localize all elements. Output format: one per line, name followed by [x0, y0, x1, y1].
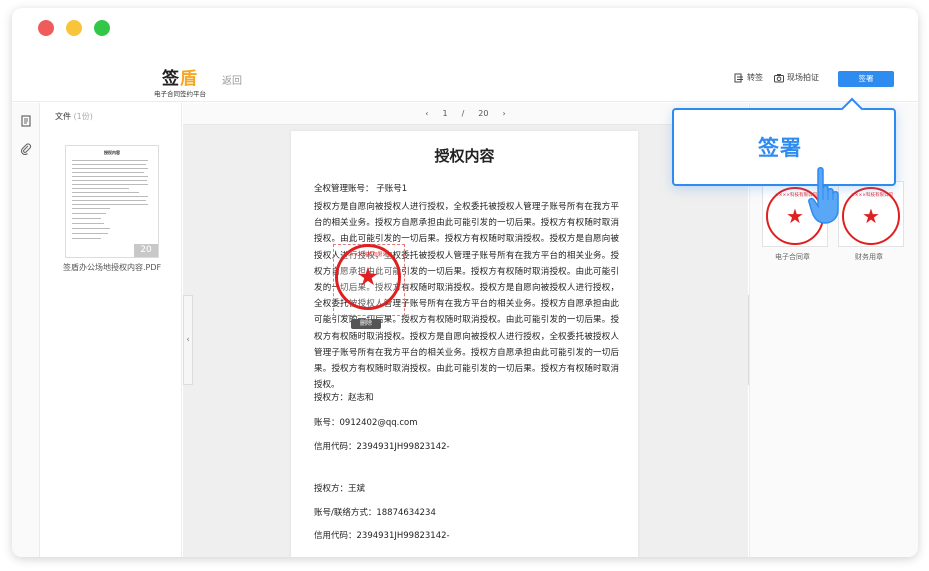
thumbnail-text-line	[72, 172, 145, 173]
document-viewer: ‹ 1 / 20 › ‹ › 授权内容 全权管理账号： 子账号1 授权方是自愿向…	[183, 103, 758, 557]
evidence-button[interactable]: 现场拍证	[774, 72, 819, 83]
maximize-window-button[interactable]	[94, 20, 110, 36]
document-page: 授权内容 全权管理账号： 子账号1 授权方是自愿向被授权人进行授权，全权委托被授…	[291, 131, 638, 557]
finance-seal: ××××科技有限公司 ★	[842, 187, 900, 245]
thumbnail-text-line	[72, 238, 101, 239]
thumbnail-title: 授权内容	[104, 150, 120, 155]
files-label: 文件	[55, 112, 71, 121]
file-panel: 文件 (1份) 授权内容 20 签盾办公场地授权内容.PDF	[41, 103, 182, 557]
seal1-label: 电子合同章	[775, 253, 810, 261]
back-link[interactable]: 返回	[222, 72, 242, 87]
party2-contact: 账号/联络方式：18874634234	[314, 508, 436, 518]
thumbnail-text-line	[72, 196, 148, 197]
thumbnail-page-count: 20	[134, 244, 158, 257]
document-icon[interactable]	[20, 115, 32, 127]
seal-company-name: ××××科技有限公司	[850, 193, 894, 198]
file-name[interactable]: 签盾办公场地授权内容.PDF	[63, 262, 161, 273]
minimize-window-button[interactable]	[66, 20, 82, 36]
stamp-star-icon: ★	[356, 262, 380, 291]
next-page-button[interactable]: ›	[502, 109, 505, 118]
stamp-company-name: ××××科技有限公司	[345, 252, 393, 258]
transfer-button[interactable]: 转签	[734, 72, 763, 83]
thumbnail-text-line	[72, 188, 129, 189]
thumbnail-text-line	[72, 160, 148, 161]
logo-text-accent: 盾	[180, 69, 198, 89]
files-count: (1份)	[73, 112, 93, 121]
account-line: 全权管理账号： 子账号1	[314, 184, 408, 194]
thumbnail-text-line	[72, 218, 101, 219]
close-window-button[interactable]	[38, 20, 54, 36]
transfer-icon	[734, 73, 743, 82]
transfer-label: 转签	[747, 73, 763, 82]
seal2-label: 财务用章	[855, 253, 883, 261]
thumbnail-text-line	[72, 200, 147, 201]
file-thumbnail[interactable]: 授权内容 20	[65, 145, 159, 258]
party2-code: 信用代码：2394931JH99823142-	[314, 531, 450, 541]
thumbnail-text-line	[72, 223, 105, 224]
files-title: 文件 (1份)	[55, 111, 93, 122]
thumbnail-text-line	[72, 233, 109, 234]
prev-page-button[interactable]: ‹	[425, 109, 428, 118]
collapse-left-button[interactable]: ‹	[183, 295, 193, 385]
logo: 签盾 电子合同签约平台	[148, 64, 212, 98]
thumbnail-text-line	[72, 176, 148, 177]
current-page[interactable]: 1	[443, 109, 448, 118]
seal-star-icon: ★	[862, 204, 880, 228]
logo-subtitle: 电子合同签约平台	[154, 90, 206, 98]
thumbnail-text-line	[72, 192, 139, 193]
party1-code: 信用代码：2394931JH99823142-	[314, 442, 450, 452]
party1-account: 账号：0912402@qq.com	[314, 418, 418, 428]
party1-label: 授权方：赵志和	[314, 393, 374, 403]
attachment-icon[interactable]	[20, 143, 32, 155]
app-window: 签盾 电子合同签约平台 返回 转签 现场拍证 签署 文件 (1份) 授权内容 2…	[12, 8, 918, 557]
title-bar	[12, 8, 918, 48]
camera-icon	[774, 73, 784, 82]
popover-sign-button[interactable]: 签署	[758, 132, 802, 162]
page-separator: /	[461, 109, 465, 118]
thumbnail-text-line	[72, 180, 148, 181]
pager: ‹ 1 / 20 ›	[183, 103, 748, 125]
left-toolbar	[12, 103, 40, 557]
total-pages: 20	[478, 109, 489, 118]
sign-popover: 签署	[672, 97, 896, 186]
thumbnail-text-line	[72, 184, 148, 185]
thumbnail-text-line	[72, 208, 110, 209]
thumbnail-text-line	[72, 213, 107, 214]
stamp-delete-button[interactable]: 删除	[351, 319, 381, 329]
thumbnail-text-line	[72, 164, 147, 165]
app-header: 签盾 电子合同签约平台 返回 转签 现场拍证 签署	[12, 56, 918, 102]
pointer-hand-icon	[808, 167, 839, 224]
document-title: 授权内容	[434, 147, 495, 165]
thumbnail-text-line	[72, 228, 110, 229]
evidence-label: 现场拍证	[787, 73, 819, 82]
placed-stamp[interactable]: ××××科技有限公司 ★	[335, 244, 401, 310]
sign-button[interactable]: 签署	[838, 71, 894, 87]
thumbnail-text-line	[72, 168, 148, 169]
party2-label: 授权方：王斌	[314, 484, 366, 494]
logo-text: 签	[162, 69, 180, 89]
thumbnail-text-line	[72, 204, 148, 205]
